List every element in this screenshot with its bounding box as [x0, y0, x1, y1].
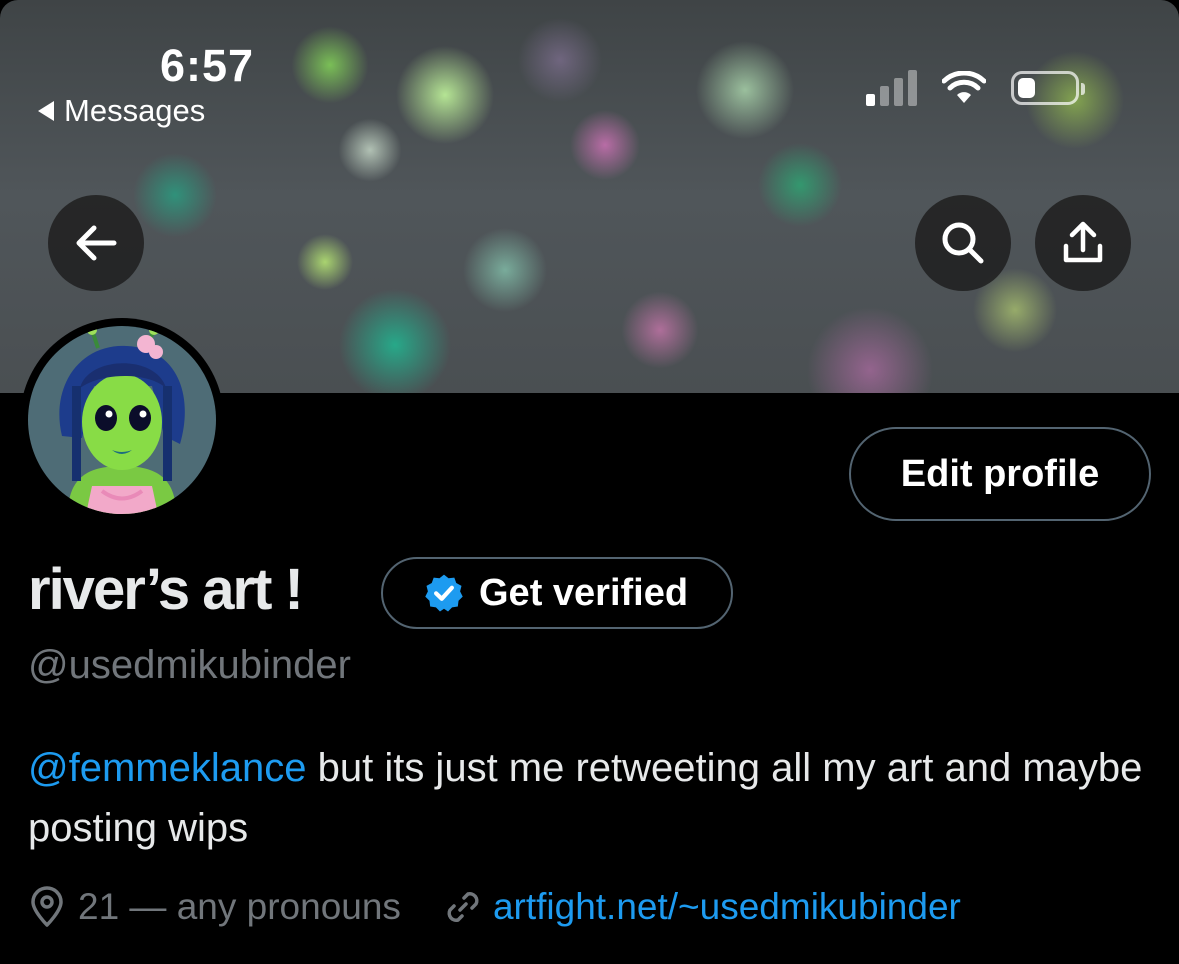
- wifi-icon: [942, 71, 986, 103]
- arrow-left-icon: [76, 225, 117, 261]
- battery-icon: [1011, 71, 1085, 105]
- get-verified-button[interactable]: Get verified: [381, 557, 733, 629]
- back-to-messages-label: Messages: [64, 93, 206, 128]
- bio-mention-link[interactable]: @femmeklance: [28, 746, 306, 790]
- share-button[interactable]: [1035, 195, 1131, 291]
- link-icon: [447, 892, 479, 922]
- cellular-signal-icon: [866, 70, 917, 106]
- back-button[interactable]: [48, 195, 144, 291]
- search-button[interactable]: [915, 195, 1011, 291]
- status-time: 6:57: [160, 40, 255, 91]
- search-icon: [942, 222, 984, 264]
- username-handle: @usedmikubinder: [28, 643, 351, 687]
- avatar-illustration: [28, 326, 216, 514]
- location-pin-icon: [31, 886, 63, 927]
- profile-bio: @femmeklance but its just me retweeting …: [28, 738, 1168, 858]
- back-to-messages-link[interactable]: Messages: [38, 93, 205, 129]
- location-text: 21 — any pronouns: [78, 886, 401, 927]
- profile-meta: 21 — any pronouns artfight.net/~usedmiku…: [28, 886, 961, 928]
- status-icons: [866, 70, 1085, 106]
- get-verified-label: Get verified: [479, 571, 689, 614]
- edit-profile-button[interactable]: Edit profile: [849, 427, 1151, 521]
- avatar[interactable]: [28, 326, 216, 514]
- share-icon: [1063, 221, 1103, 263]
- website-link[interactable]: artfight.net/~usedmikubinder: [493, 886, 961, 928]
- verified-badge-icon: [425, 574, 463, 612]
- back-triangle-icon: [38, 101, 54, 121]
- display-name: river’s art !: [28, 557, 304, 622]
